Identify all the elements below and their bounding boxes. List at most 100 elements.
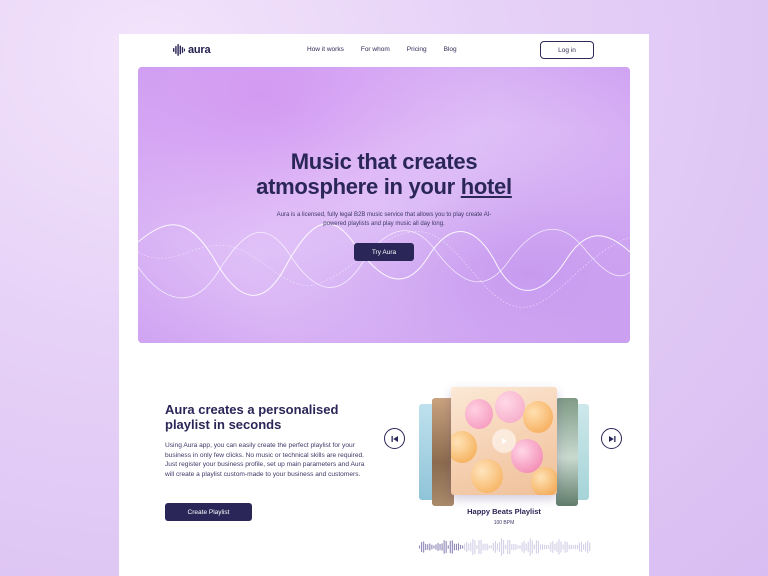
- waveform-bar: [564, 541, 566, 553]
- waveform-bar: [576, 545, 578, 549]
- waveform-bar: [478, 540, 480, 554]
- waveform-bar: [488, 545, 490, 549]
- logo[interactable]: aura: [173, 44, 211, 56]
- waveform-bar: [476, 545, 478, 549]
- waveform-bar: [560, 541, 562, 553]
- waveform-bar: [531, 540, 533, 554]
- waveform-bar: [578, 542, 580, 552]
- waveform-bar: [558, 539, 560, 555]
- waveform-bar: [466, 541, 468, 553]
- try-aura-button[interactable]: Try Aura: [354, 243, 414, 261]
- waveform-bar: [486, 543, 488, 551]
- hero-title-line2: atmosphere in your hotel: [138, 174, 630, 199]
- hero-title-prefix: atmosphere in your: [256, 174, 461, 199]
- waveform-bar: [468, 543, 470, 551]
- hero-wave-decoration: [138, 223, 630, 308]
- create-playlist-button[interactable]: Create Playlist: [165, 503, 252, 521]
- waveform-bar: [554, 543, 556, 551]
- waveform-bar: [580, 541, 583, 553]
- balloon-image: [495, 391, 525, 423]
- waveform-bar: [437, 542, 439, 552]
- play-icon[interactable]: [492, 429, 516, 453]
- waveform-bar: [453, 543, 455, 551]
- playlist-card-back[interactable]: [556, 398, 578, 506]
- waveform-bar: [460, 544, 462, 550]
- balloon-image: [465, 399, 493, 429]
- nav-link-for-whom[interactable]: For whom: [361, 46, 390, 53]
- play-triangle-icon: [502, 438, 507, 444]
- waveform-bar: [419, 545, 421, 549]
- waveform-bar: [447, 545, 449, 549]
- waveform-bar: [513, 543, 515, 551]
- previous-button[interactable]: [384, 428, 405, 449]
- waveform-bar: [480, 539, 482, 555]
- waveform-bar: [527, 541, 529, 553]
- waveform-bar: [494, 541, 496, 553]
- waveform-bar: [484, 543, 486, 551]
- waveform-bar: [464, 543, 466, 551]
- top-nav: aura How it works For whom Pricing Blog …: [119, 34, 649, 66]
- waveform-bar: [535, 540, 537, 554]
- waveform-bar: [449, 540, 451, 554]
- waveform-bar: [474, 540, 476, 554]
- next-button[interactable]: [601, 428, 622, 449]
- nav-link-how-it-works[interactable]: How it works: [307, 46, 344, 53]
- waveform-bar: [511, 543, 513, 551]
- waveform-bar: [589, 542, 591, 552]
- waveform-bar: [574, 544, 576, 550]
- waveform-bar: [505, 544, 507, 550]
- waveform-bar: [568, 544, 570, 550]
- skip-back-icon: [391, 435, 398, 442]
- logo-text: aura: [188, 44, 211, 56]
- waveform-bar: [548, 545, 550, 549]
- login-button[interactable]: Log in: [540, 41, 594, 59]
- waveform-bar: [443, 540, 445, 554]
- hero-title: Music that creates atmosphere in your ho…: [138, 149, 630, 199]
- waveform-bar: [542, 544, 544, 550]
- waveform-bar: [457, 543, 460, 551]
- waveform-bar: [445, 541, 447, 553]
- waveform-bar: [515, 544, 517, 550]
- nav-link-blog[interactable]: Blog: [444, 46, 457, 53]
- waveform-bar: [429, 543, 431, 551]
- waveform-bar: [501, 538, 503, 556]
- waveform-bar: [425, 543, 427, 551]
- waveform-bar: [503, 540, 505, 554]
- waveform-bar: [423, 541, 425, 553]
- hero-section: Music that creates atmosphere in your ho…: [138, 67, 630, 343]
- balloon-image: [523, 401, 553, 433]
- nav-links: How it works For whom Pricing Blog: [307, 46, 457, 53]
- waveform-bar: [496, 543, 498, 551]
- waveform-bar: [441, 543, 443, 551]
- waveform-bar: [482, 543, 484, 551]
- balloon-image: [451, 431, 477, 463]
- feature-title: Aura creates a personalised playlist in …: [165, 402, 339, 432]
- waveform-bar: [507, 539, 509, 555]
- nav-link-pricing[interactable]: Pricing: [407, 46, 427, 53]
- hero-title-line1: Music that creates: [290, 149, 478, 174]
- waveform-bar: [572, 545, 574, 549]
- waveform-bar: [435, 544, 437, 550]
- waveform-bar: [470, 542, 472, 552]
- playlist-bpm: 100 BPM: [493, 520, 515, 526]
- waveform-bar: [529, 538, 531, 556]
- waveform-bar: [490, 545, 492, 549]
- waveform-bar: [519, 545, 521, 549]
- waveform-bar: [556, 542, 558, 552]
- waveform-bar: [585, 542, 587, 552]
- playlist-cover[interactable]: [451, 387, 557, 495]
- waveform-bar: [421, 541, 423, 553]
- feature-body: Using Aura app, you can easily create th…: [165, 442, 365, 478]
- waveform-bar: [431, 544, 433, 550]
- audio-waveform[interactable]: [419, 536, 591, 558]
- waveform-bar: [427, 544, 429, 550]
- waveform-bar: [562, 544, 564, 550]
- waveform-bar: [570, 544, 572, 550]
- waveform-bar: [472, 538, 474, 556]
- waveform-bar: [523, 540, 525, 554]
- waveform-bar: [451, 540, 453, 554]
- waveform-bar: [455, 543, 457, 551]
- waveform-bar: [544, 544, 546, 550]
- waveform-bar: [517, 545, 519, 549]
- hero-title-highlight: hotel: [460, 174, 512, 199]
